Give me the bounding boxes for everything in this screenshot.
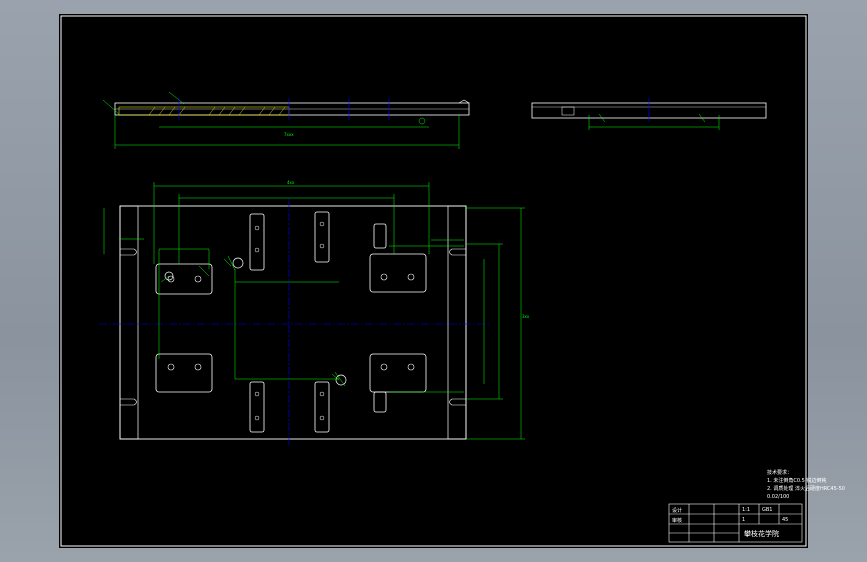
tb-material: 45 bbox=[782, 517, 789, 523]
tb-drawing-no: GB1 bbox=[762, 507, 773, 513]
hatch-region bbox=[118, 106, 290, 116]
small-block-2 bbox=[373, 391, 387, 413]
dim-label-main-width: 4xx bbox=[287, 180, 295, 185]
block-bottom-left bbox=[155, 353, 213, 393]
cad-drawing bbox=[60, 15, 807, 547]
drawing-sheet: 技术要求： 1. 未注倒角C0.5 锐边倒钝 2. 调质处理 淬火后硬度HRC4… bbox=[59, 14, 845, 548]
tb-sheet: 1 bbox=[742, 517, 746, 523]
title-block bbox=[668, 503, 803, 543]
dim-label-top: 7xxx bbox=[284, 132, 294, 137]
block-bottom-right bbox=[369, 353, 427, 393]
technical-notes: 技术要求： 1. 未注倒角C0.5 锐边倒钝 2. 调质处理 淬火后硬度HRC4… bbox=[767, 469, 845, 501]
notes-line-3: 0.02/100 bbox=[767, 494, 790, 500]
tb-school-title: 攀枝花学院 bbox=[744, 530, 779, 538]
block-top-right bbox=[369, 253, 427, 293]
tb-designer: 设计 bbox=[672, 508, 683, 514]
tb-check: 审核 bbox=[672, 518, 683, 524]
dim-label-main-height: 3xx bbox=[522, 314, 530, 319]
tb-scale: 1:1 bbox=[742, 507, 751, 513]
block-top-left bbox=[155, 263, 213, 295]
notes-heading: 技术要求： bbox=[767, 470, 793, 476]
locating-pin-1 bbox=[232, 257, 244, 269]
notes-line-2: 2. 调质处理 淬火后硬度HRC45-50 bbox=[767, 486, 845, 492]
base-plate bbox=[119, 205, 467, 440]
notes-line-1: 1. 未注倒角C0.5 锐边倒钝 bbox=[767, 478, 827, 484]
side-view-right bbox=[531, 98, 767, 130]
plan-view bbox=[99, 182, 525, 446]
slot-block-3 bbox=[249, 381, 265, 433]
drawing-frame bbox=[60, 15, 807, 547]
small-block bbox=[373, 223, 387, 249]
slot-block-4 bbox=[314, 381, 330, 433]
slot-block-1 bbox=[249, 213, 265, 271]
side-view-left bbox=[102, 91, 470, 149]
slot-block-2 bbox=[314, 211, 330, 263]
